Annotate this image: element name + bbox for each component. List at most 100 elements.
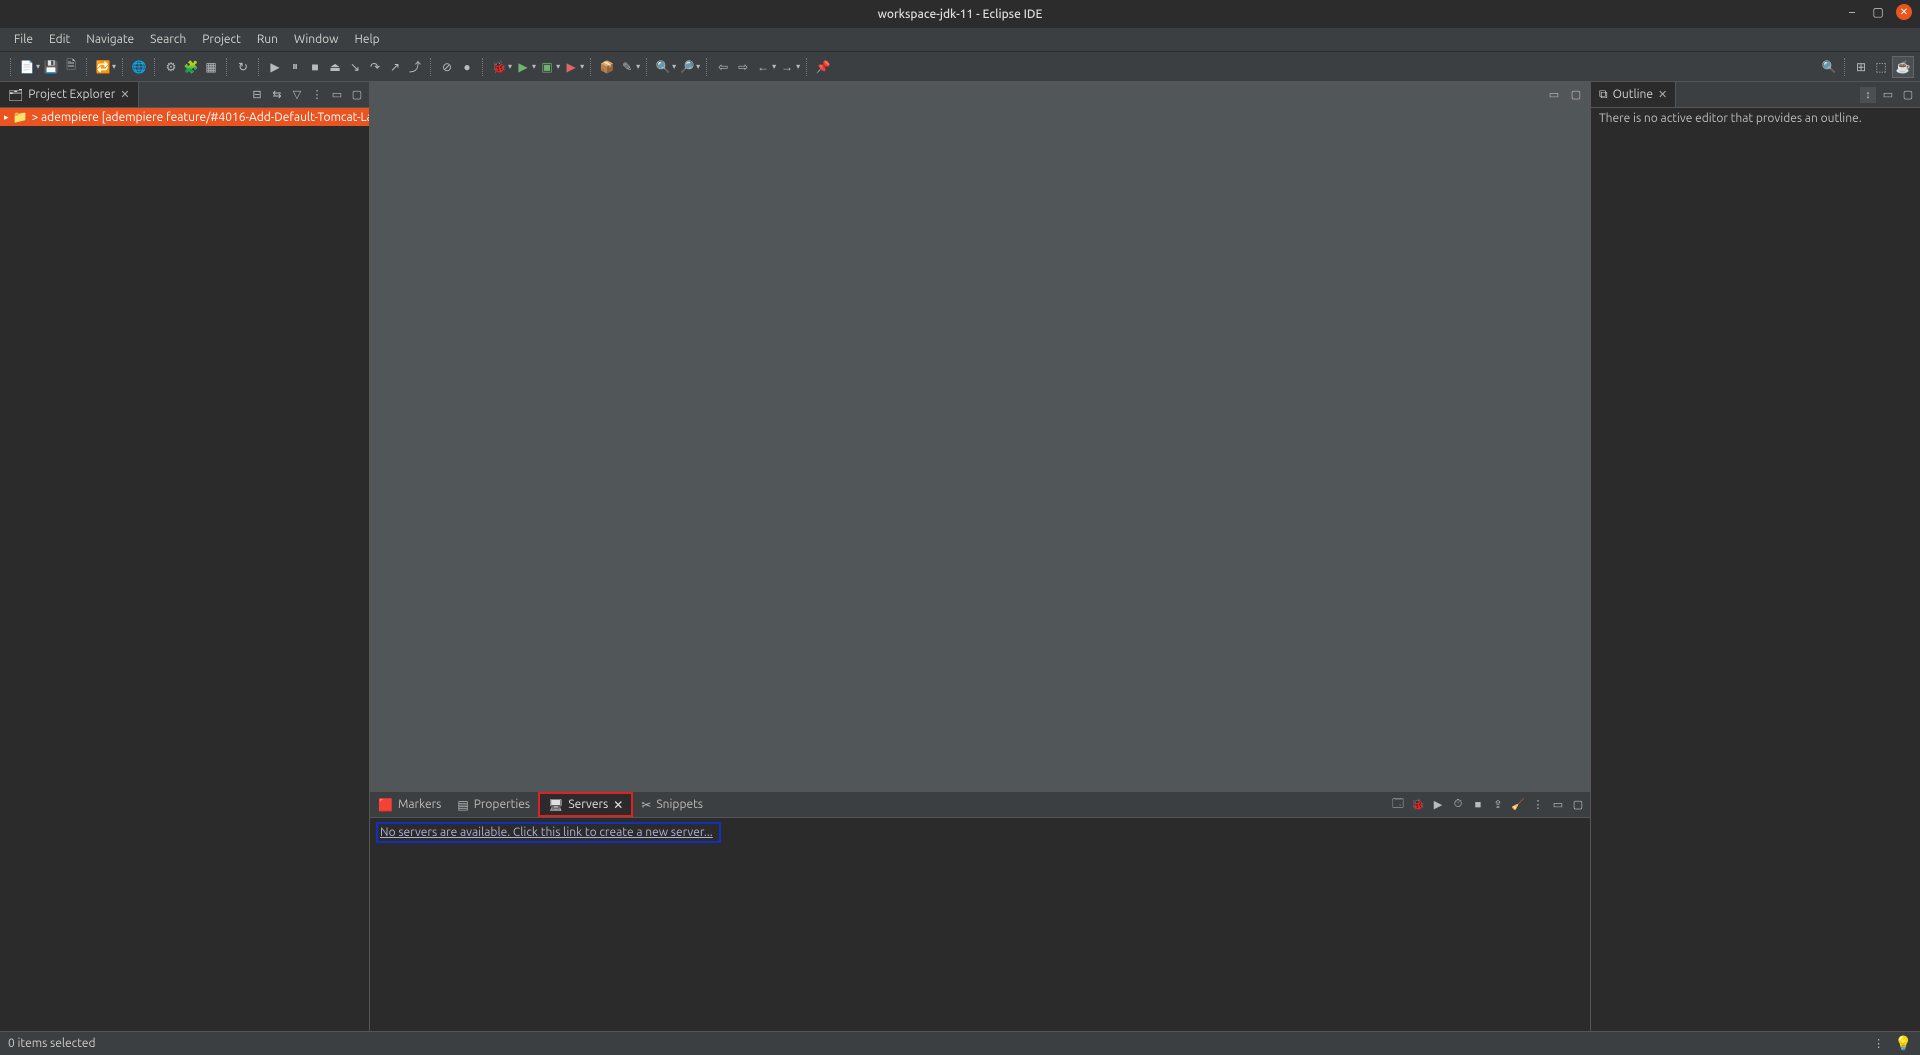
tool-button-4[interactable]: ↻ <box>234 58 252 76</box>
new-button[interactable]: 📄 <box>18 58 36 76</box>
step-return-button[interactable]: ↗ <box>386 58 404 76</box>
status-menu-button[interactable]: ⋮ <box>1871 1036 1887 1052</box>
perspective-icon[interactable]: ⬚ <box>1872 58 1890 76</box>
markers-tab[interactable]: 🟥 Markers <box>370 792 449 817</box>
new-package-button[interactable]: 📦 <box>598 58 616 76</box>
editor-maximize-button[interactable]: ▢ <box>1568 86 1584 102</box>
project-tree[interactable]: ▸ 📁 > adempiere [adempiere feature/#4016… <box>0 108 369 1031</box>
menu-navigate[interactable]: Navigate <box>78 31 142 48</box>
menu-help[interactable]: Help <box>346 31 387 48</box>
close-servers-tab-button[interactable]: ✕ <box>613 798 623 812</box>
back-button[interactable]: ← <box>754 58 772 76</box>
link-editor-button[interactable]: ⇆ <box>269 87 285 103</box>
tool-button-2[interactable]: 🧩 <box>182 58 200 76</box>
maximize-view-button[interactable]: ▢ <box>349 87 365 103</box>
tree-item-label: > adempiere [adempiere feature/#4016-Add… <box>31 111 369 124</box>
outline-tab[interactable]: ⧉ Outline ✕ <box>1591 82 1676 107</box>
bottom-minimize-button[interactable]: ▭ <box>1550 797 1566 813</box>
main-toolbar: 📄▾ 💾 🗎 🔁▾ 🌐 ⚙ 🧩 ▦ ↻ ▶ ⏸ ■ ⏏ ↘ ↷ ↗ ⤴ ⊘ ● … <box>0 52 1920 82</box>
bottom-maximize-button[interactable]: ▢ <box>1570 797 1586 813</box>
collapse-all-button[interactable]: ⊟ <box>249 87 265 103</box>
menu-window[interactable]: Window <box>286 31 346 48</box>
breakpoint-button[interactable]: ● <box>458 58 476 76</box>
step-over-button[interactable]: ↷ <box>366 58 384 76</box>
forward-button[interactable]: → <box>778 58 796 76</box>
quick-access-button[interactable]: 🔍 <box>1820 58 1838 76</box>
step-into-button[interactable]: ↘ <box>346 58 364 76</box>
start-server-button[interactable]: ▶ <box>1430 797 1446 813</box>
create-server-link[interactable]: No servers are available. Click this lin… <box>380 826 713 839</box>
drop-to-frame-button[interactable]: ⤴ <box>406 58 424 76</box>
publish-server-button[interactable]: ⇪ <box>1490 797 1506 813</box>
coverage-button[interactable]: ▣ <box>538 58 556 76</box>
properties-tab[interactable]: ▤ Properties <box>449 792 538 817</box>
editor-area: ▭ ▢ <box>370 82 1590 791</box>
run-last-button[interactable]: ▶ <box>562 58 580 76</box>
snippets-tab[interactable]: ✂ Snippets <box>633 792 711 817</box>
menubar: File Edit Navigate Search Project Run Wi… <box>0 28 1920 52</box>
open-browser-button[interactable]: 🌐 <box>130 58 148 76</box>
clean-server-button[interactable]: 🧹 <box>1510 797 1526 813</box>
suspend-button[interactable]: ⏸ <box>286 58 304 76</box>
menu-run[interactable]: Run <box>249 31 286 48</box>
save-button[interactable]: 💾 <box>42 58 60 76</box>
new-class-button[interactable]: ✎ <box>618 58 636 76</box>
outline-icon: ⧉ <box>1599 88 1608 102</box>
outline-title: Outline <box>1613 88 1653 101</box>
window-maximize-button[interactable] <box>1870 4 1886 20</box>
minimize-view-button[interactable]: ▭ <box>329 87 345 103</box>
open-type-button[interactable]: 🔍 <box>654 58 672 76</box>
menu-file[interactable]: File <box>6 31 41 48</box>
outline-message: There is no active editor that provides … <box>1591 108 1920 129</box>
outline-maximize-button[interactable]: ▢ <box>1900 87 1916 103</box>
close-tab-button[interactable]: ✕ <box>120 88 129 101</box>
outline-sort-button[interactable]: ↕ <box>1860 87 1876 103</box>
resume-button[interactable]: ▶ <box>266 58 284 76</box>
profile-server-button[interactable]: ⏱ <box>1450 797 1466 813</box>
menu-edit[interactable]: Edit <box>41 31 78 48</box>
stop-server-button[interactable]: ■ <box>1470 797 1486 813</box>
snippets-icon: ✂ <box>641 798 651 812</box>
outline-panel: ⧉ Outline ✕ ↕ ▭ ▢ There is no active edi… <box>1590 82 1920 1031</box>
tree-item-adempiere[interactable]: ▸ 📁 > adempiere [adempiere feature/#4016… <box>0 108 369 126</box>
view-menu-button[interactable]: ⋮ <box>309 87 325 103</box>
run-button[interactable]: ▶ <box>514 58 532 76</box>
tool-button-3[interactable]: ▦ <box>202 58 220 76</box>
servers-tab[interactable]: 🖥 Servers ✕ <box>538 792 633 817</box>
new-dropdown[interactable]: ▾ <box>36 62 40 71</box>
menu-project[interactable]: Project <box>194 31 249 48</box>
properties-icon: ▤ <box>457 798 468 812</box>
status-bar: 0 items selected ⋮ 💡 <box>0 1031 1920 1055</box>
tool-button-1[interactable]: ⚙ <box>162 58 180 76</box>
project-explorer-tab[interactable]: 🗂 Project Explorer ✕ <box>0 82 139 107</box>
menu-search[interactable]: Search <box>142 31 194 48</box>
bottom-panel: 🟥 Markers ▤ Properties 🖥 Servers ✕ ✂ Sni… <box>370 791 1590 1031</box>
start-debug-server-button[interactable]: 🐞 <box>1410 797 1426 813</box>
debug-button[interactable]: 🐞 <box>490 58 508 76</box>
servers-content: No servers are available. Click this lin… <box>370 818 1590 1031</box>
open-perspective-button[interactable]: ⊞ <box>1852 58 1870 76</box>
java-ee-perspective-button[interactable]: ☕ <box>1892 56 1914 78</box>
skip-breakpoints-button[interactable]: ⊘ <box>438 58 456 76</box>
editor-minimize-button[interactable]: ▭ <box>1546 86 1562 102</box>
bottom-view-menu-button[interactable]: ⋮ <box>1530 797 1546 813</box>
new-server-button[interactable]: 🗔 <box>1390 797 1406 813</box>
pin-button[interactable]: 📌 <box>814 58 832 76</box>
window-minimize-button[interactable] <box>1844 4 1860 20</box>
search-button[interactable]: 🔎 <box>678 58 696 76</box>
titlebar: workspace-jdk-11 - Eclipse IDE <box>0 0 1920 28</box>
tip-icon[interactable]: 💡 <box>1895 1035 1912 1052</box>
next-edit-button[interactable]: ⇨ <box>734 58 752 76</box>
window-close-button[interactable] <box>1896 4 1912 20</box>
switch-button[interactable]: 🔁 <box>94 58 112 76</box>
expand-arrow-icon[interactable]: ▸ <box>4 112 9 123</box>
filter-button[interactable]: ▽ <box>289 87 305 103</box>
outline-minimize-button[interactable]: ▭ <box>1880 87 1896 103</box>
project-icon: 📁 <box>13 110 28 124</box>
close-outline-tab-button[interactable]: ✕ <box>1658 88 1667 101</box>
window-title: workspace-jdk-11 - Eclipse IDE <box>878 8 1043 21</box>
disconnect-button[interactable]: ⏏ <box>326 58 344 76</box>
prev-edit-button[interactable]: ⇦ <box>714 58 732 76</box>
save-all-button[interactable]: 🗎 <box>62 58 80 76</box>
terminate-button[interactable]: ■ <box>306 58 324 76</box>
